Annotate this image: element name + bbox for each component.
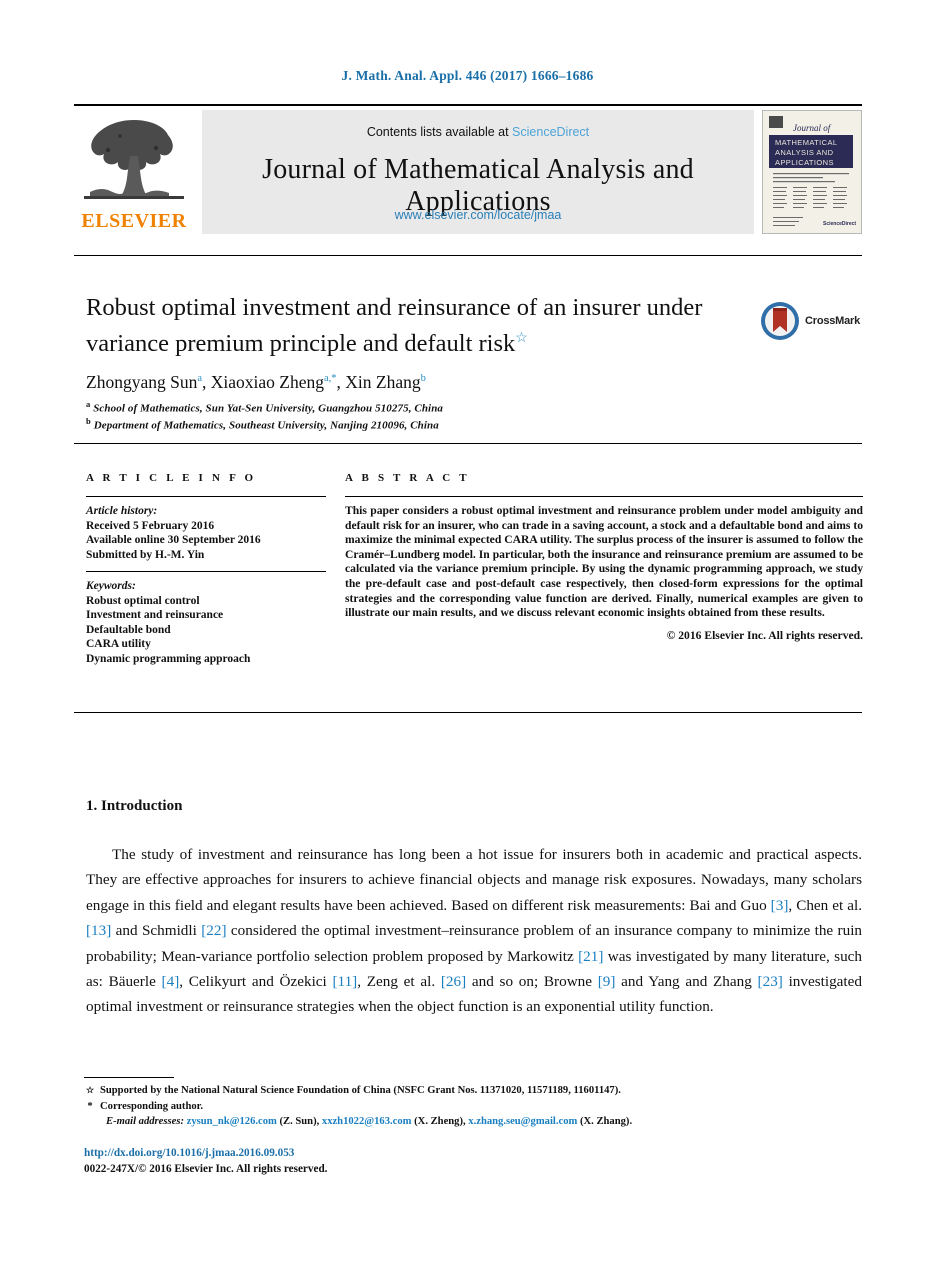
article-history-label: Article history: <box>86 505 158 517</box>
article-history-item: Received 5 February 2016 <box>86 519 215 532</box>
masthead-bottom-rule <box>74 255 862 256</box>
authors-bottom-rule <box>74 443 862 444</box>
email-link-1[interactable]: zysun_nk@126.com <box>187 1116 277 1127</box>
running-head: J. Math. Anal. Appl. 446 (2017) 1666–168… <box>341 68 594 83</box>
svg-text:APPLICATIONS: APPLICATIONS <box>775 158 834 167</box>
footnote-funding-text: Supported by the National Natural Scienc… <box>100 1085 621 1096</box>
footnote-funding: ☆ Supported by the National Natural Scie… <box>84 1083 874 1099</box>
abstract-rule-top <box>345 496 863 497</box>
affiliation-a: a School of Mathematics, Sun Yat-Sen Uni… <box>86 399 786 415</box>
doi-link[interactable]: http://dx.doi.org/10.1016/j.jmaa.2016.09… <box>84 1146 327 1162</box>
article-history-item: Available online 30 September 2016 <box>86 534 261 546</box>
footnote-rule <box>84 1077 174 1078</box>
author-3: Xin Zhangb <box>345 372 426 392</box>
section-heading-introduction: 1. Introduction <box>86 798 183 814</box>
footnote-star-icon: ☆ <box>85 1085 95 1095</box>
page-title: Robust optimal investment and reinsuranc… <box>86 292 726 359</box>
svg-text:ScienceDirect: ScienceDirect <box>823 221 856 227</box>
footnote-block: ☆ Supported by the National Natural Scie… <box>84 1083 874 1130</box>
author-list: Zhongyang Suna, Xiaoxiao Zhenga,*, Xin Z… <box>86 372 426 392</box>
abstract-text: This paper considers a robust optimal in… <box>345 504 863 620</box>
article-info-rule-mid <box>86 571 326 572</box>
article-info-heading: A R T I C L E I N F O <box>86 472 257 484</box>
contents-line: Contents lists available at ScienceDirec… <box>202 125 754 139</box>
elsevier-logo: ELSEVIER <box>74 110 196 234</box>
masthead-center-panel: Contents lists available at ScienceDirec… <box>202 110 754 234</box>
citation-link[interactable]: [21] <box>578 948 603 965</box>
introduction-paragraph: The study of investment and reinsurance … <box>86 846 863 1016</box>
citation-link[interactable]: [4] <box>162 973 180 990</box>
footnote-asterisk-icon: * <box>87 1100 93 1112</box>
author-3-name: Xin Zhang <box>345 372 421 392</box>
issn-copyright: 0022-247X/© 2016 Elsevier Inc. All right… <box>84 1162 328 1175</box>
article-info-column: A R T I C L E I N F O Article history: R… <box>86 472 326 666</box>
keyword-item: CARA utility <box>86 638 151 650</box>
email-label: E-mail addresses: <box>106 1116 184 1128</box>
email-owner-1: (Z. Sun) <box>279 1116 317 1128</box>
keyword-item: Defaultable bond <box>86 623 171 636</box>
title-line-1: Robust optimal investment and reinsuranc… <box>86 294 703 321</box>
paper-page: J. Math. Anal. Appl. 446 (2017) 1666–168… <box>0 0 935 1266</box>
doi-block: http://dx.doi.org/10.1016/j.jmaa.2016.09… <box>84 1146 327 1177</box>
svg-text:Journal of: Journal of <box>793 123 832 133</box>
citation-link[interactable]: [9] <box>598 973 616 990</box>
author-1-marks[interactable]: a <box>197 373 202 384</box>
citation-link[interactable]: [22] <box>201 922 226 939</box>
footnote-emails: E-mail addresses: zysun_nk@126.com (Z. S… <box>106 1116 633 1128</box>
footnote-corresponding: * Corresponding author. <box>84 1099 874 1115</box>
journal-cover-image: Journal of MATHEMATICAL ANALYSIS AND APP… <box>763 111 859 233</box>
citation-link[interactable]: [23] <box>758 973 783 990</box>
title-line-2: variance premium principle and default r… <box>86 330 516 358</box>
affiliation-b: b Department of Mathematics, Southeast U… <box>86 416 786 432</box>
abstract-copyright: © 2016 Elsevier Inc. All rights reserved… <box>666 628 863 642</box>
crossmark-badge[interactable]: CrossMark <box>760 300 870 342</box>
author-3-marks[interactable]: b <box>421 373 426 384</box>
affiliation-a-text: School of Mathematics, Sun Yat-Sen Unive… <box>93 402 444 415</box>
keyword-item: Robust optimal control <box>86 594 200 607</box>
article-history-item: Submitted by H.-M. Yin <box>86 548 205 561</box>
affiliation-b-text: Department of Mathematics, Southeast Uni… <box>93 419 439 432</box>
elsevier-tree-icon <box>84 120 184 199</box>
abstract-bottom-rule <box>74 712 862 713</box>
title-footnote-star-icon[interactable]: ☆ <box>515 331 528 346</box>
journal-url-link[interactable]: www.elsevier.com/locate/jmaa <box>202 208 754 222</box>
citation-link[interactable]: [13] <box>86 922 111 939</box>
author-1-name: Zhongyang Sun <box>86 372 198 392</box>
citation-link[interactable]: [26] <box>441 973 466 990</box>
affiliation-b-mark: b <box>86 416 91 426</box>
svg-text:MATHEMATICAL: MATHEMATICAL <box>775 138 837 147</box>
article-history-block: Article history: Received 5 February 201… <box>86 504 326 562</box>
author-2-marks[interactable]: a,* <box>324 373 337 384</box>
author-1: Zhongyang Suna <box>86 372 202 392</box>
email-owner-3: (X. Zhang) <box>579 1116 630 1128</box>
contents-prefix: Contents lists available at <box>366 125 513 139</box>
article-info-rule-top <box>86 496 326 497</box>
citation-link[interactable]: [11] <box>332 973 357 990</box>
author-2: Xiaoxiao Zhenga,* <box>211 372 337 392</box>
sciencedirect-link[interactable]: ScienceDirect <box>512 125 589 139</box>
email-owner-2: (X. Zheng) <box>414 1116 463 1128</box>
email-link-3[interactable]: x.zhang.seu@gmail.com <box>468 1116 577 1127</box>
abstract-column: A B S T R A C T This paper considers a r… <box>345 472 863 642</box>
keyword-item: Investment and reinsurance <box>86 609 224 621</box>
introduction-body: The study of investment and reinsurance … <box>86 842 862 1020</box>
footnote-corresponding-text: Corresponding author. <box>100 1100 204 1112</box>
author-2-name: Xiaoxiao Zheng <box>210 372 324 392</box>
affiliation-a-mark: a <box>86 399 91 409</box>
crossmark-label: CrossMark <box>805 315 861 327</box>
email-link-2[interactable]: xxzh1022@163.com <box>322 1116 412 1127</box>
journal-masthead: ELSEVIER Contents lists available at Sci… <box>74 104 862 234</box>
keywords-label: Keywords: <box>86 580 136 592</box>
keyword-item: Dynamic programming approach <box>86 652 251 665</box>
journal-cover-thumbnail: Journal of MATHEMATICAL ANALYSIS AND APP… <box>762 110 862 234</box>
elsevier-wordmark: ELSEVIER <box>81 210 187 232</box>
abstract-heading: A B S T R A C T <box>345 472 470 484</box>
citation-link[interactable]: [3] <box>771 897 789 914</box>
keywords-block: Keywords: Robust optimal control Investm… <box>86 579 326 666</box>
svg-text:ANALYSIS AND: ANALYSIS AND <box>775 148 834 157</box>
crossmark-icon <box>761 302 799 340</box>
